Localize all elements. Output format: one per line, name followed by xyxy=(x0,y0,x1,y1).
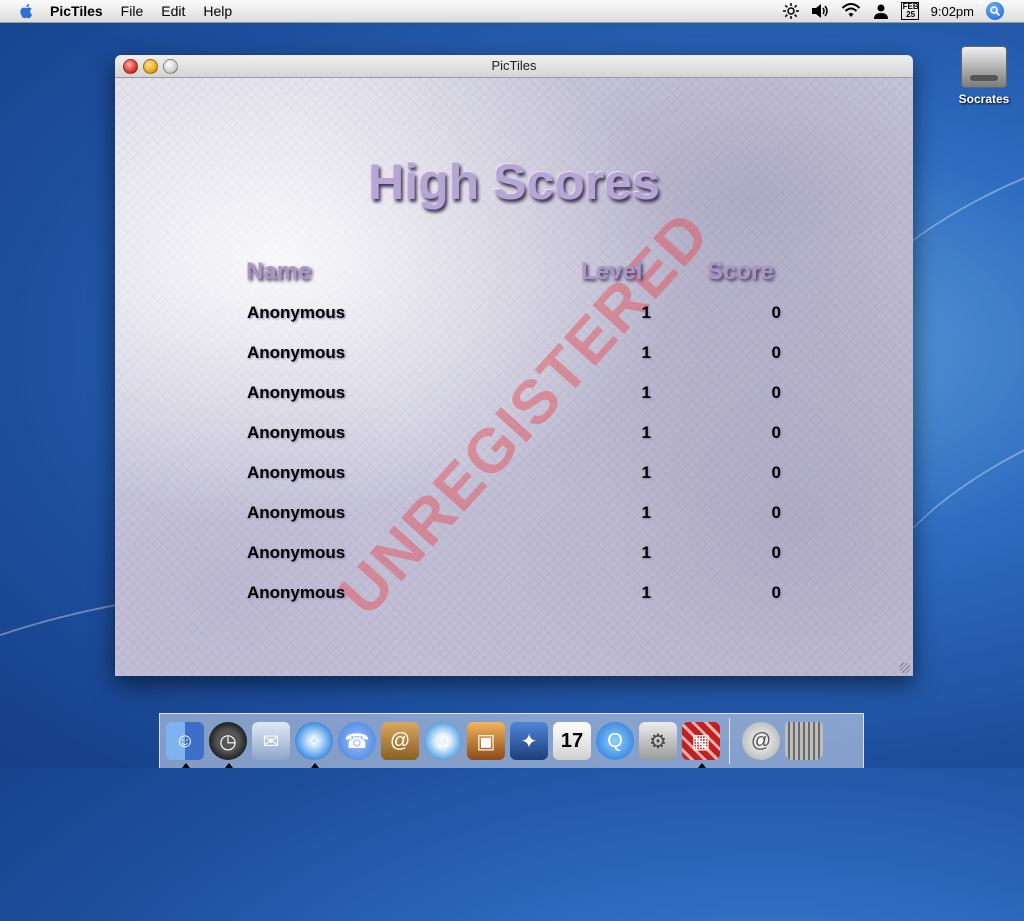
dock: ☺ ◷ ✉ ✧ ☎ @ ♫ ▣ ✦ 17 Q ⚙ ▦ @ xyxy=(159,713,864,768)
apple-menu-icon[interactable] xyxy=(18,2,36,20)
itunes-icon[interactable]: ♫ xyxy=(424,722,462,760)
score-row: Anonymous 1 0 xyxy=(115,343,913,369)
menu-bar: PicTiles File Edit Help FEB 25 9:02pm xyxy=(0,0,1024,23)
score-row-level: 1 xyxy=(641,423,651,442)
score-row-score: 0 xyxy=(771,583,781,602)
unregistered-watermark: UNREGISTERED xyxy=(326,198,724,629)
score-row-name: Anonymous xyxy=(247,383,346,402)
menu-edit[interactable]: Edit xyxy=(161,3,185,19)
menu-help[interactable]: Help xyxy=(203,3,232,19)
score-row-level: 1 xyxy=(641,503,651,522)
system-preferences-icon[interactable]: ⚙ xyxy=(639,722,677,760)
pictiles-icon[interactable]: ▦ xyxy=(682,722,720,768)
score-row-score: 0 xyxy=(771,303,781,322)
score-row: Anonymous 1 0 xyxy=(115,543,913,569)
mail-icon[interactable]: ✉ xyxy=(252,722,290,760)
quicktime-icon[interactable]: Q xyxy=(596,722,634,760)
ical-icon[interactable]: 17 xyxy=(553,722,591,760)
running-indicator xyxy=(182,763,190,768)
score-row-level: 1 xyxy=(641,543,651,562)
minimize-button[interactable] xyxy=(143,59,158,74)
ichat-icon[interactable]: ☎ xyxy=(338,722,376,760)
score-row-score: 0 xyxy=(771,503,781,522)
finder-icon[interactable]: ☺ xyxy=(166,722,204,768)
score-row-name: Anonymous xyxy=(247,463,346,482)
volume-icon[interactable] xyxy=(811,3,829,19)
desktop-drive-label: Socrates xyxy=(958,92,1010,106)
window-title: PicTiles xyxy=(491,58,537,73)
score-row-score: 0 xyxy=(771,423,781,442)
menu-file[interactable]: File xyxy=(121,3,144,19)
wifi-icon[interactable] xyxy=(841,3,861,19)
score-row-level: 1 xyxy=(641,463,651,482)
running-indicator xyxy=(311,763,319,768)
column-header-name: Name xyxy=(246,258,312,285)
hard-drive-icon xyxy=(961,46,1007,88)
score-row-score: 0 xyxy=(771,343,781,362)
score-row-name: Anonymous xyxy=(247,583,346,602)
dock-separator xyxy=(729,718,730,764)
score-row: Anonymous 1 0 xyxy=(115,303,913,329)
menu-app-name[interactable]: PicTiles xyxy=(50,3,103,19)
resize-grip[interactable] xyxy=(900,663,910,673)
safari-icon[interactable]: ✧ xyxy=(295,722,333,768)
pictiles-window: PicTiles UNREGISTERED High Scores Name L… xyxy=(115,55,913,676)
score-row-name: Anonymous xyxy=(247,503,346,522)
desktop-drive[interactable]: Socrates xyxy=(948,46,1020,106)
score-row-score: 0 xyxy=(771,543,781,562)
running-indicator xyxy=(225,763,233,768)
score-row-name: Anonymous xyxy=(247,343,346,362)
high-scores-heading: High Scores xyxy=(368,154,660,210)
score-row: Anonymous 1 0 xyxy=(115,463,913,489)
high-scores-panel: UNREGISTERED High Scores Name Level Scor… xyxy=(115,78,913,676)
zoom-button[interactable] xyxy=(163,59,178,74)
score-row-name: Anonymous xyxy=(247,543,346,562)
score-row-level: 1 xyxy=(641,383,651,402)
brightness-icon[interactable] xyxy=(782,3,799,19)
calendar-date-badge[interactable]: FEB 25 xyxy=(900,2,919,20)
score-row-level: 1 xyxy=(641,303,651,322)
column-header-score: Score xyxy=(707,258,774,285)
score-row-level: 1 xyxy=(641,583,651,602)
window-titlebar[interactable]: PicTiles xyxy=(115,55,913,78)
dashboard-icon[interactable]: ◷ xyxy=(209,722,247,768)
spotlight-icon[interactable] xyxy=(986,2,1004,20)
menubar-clock[interactable]: 9:02pm xyxy=(931,4,974,19)
score-row-score: 0 xyxy=(771,383,781,402)
imovie-icon[interactable]: ✦ xyxy=(510,722,548,760)
running-indicator xyxy=(698,763,706,768)
score-row-level: 1 xyxy=(641,343,651,362)
trash-icon[interactable] xyxy=(785,722,823,760)
score-row: Anonymous 1 0 xyxy=(115,423,913,449)
score-row: Anonymous 1 0 xyxy=(115,503,913,529)
score-row-name: Anonymous xyxy=(247,423,346,442)
score-row-score: 0 xyxy=(771,463,781,482)
close-button[interactable] xyxy=(123,59,138,74)
score-row: Anonymous 1 0 xyxy=(115,383,913,409)
user-icon[interactable] xyxy=(873,3,889,19)
score-row-name: Anonymous xyxy=(247,303,346,322)
address-book-icon[interactable]: @ xyxy=(381,722,419,760)
column-header-level: Level xyxy=(581,258,643,285)
mail-address-icon[interactable]: @ xyxy=(742,722,780,760)
iphoto-icon[interactable]: ▣ xyxy=(467,722,505,760)
score-row: Anonymous 1 0 xyxy=(115,583,913,609)
